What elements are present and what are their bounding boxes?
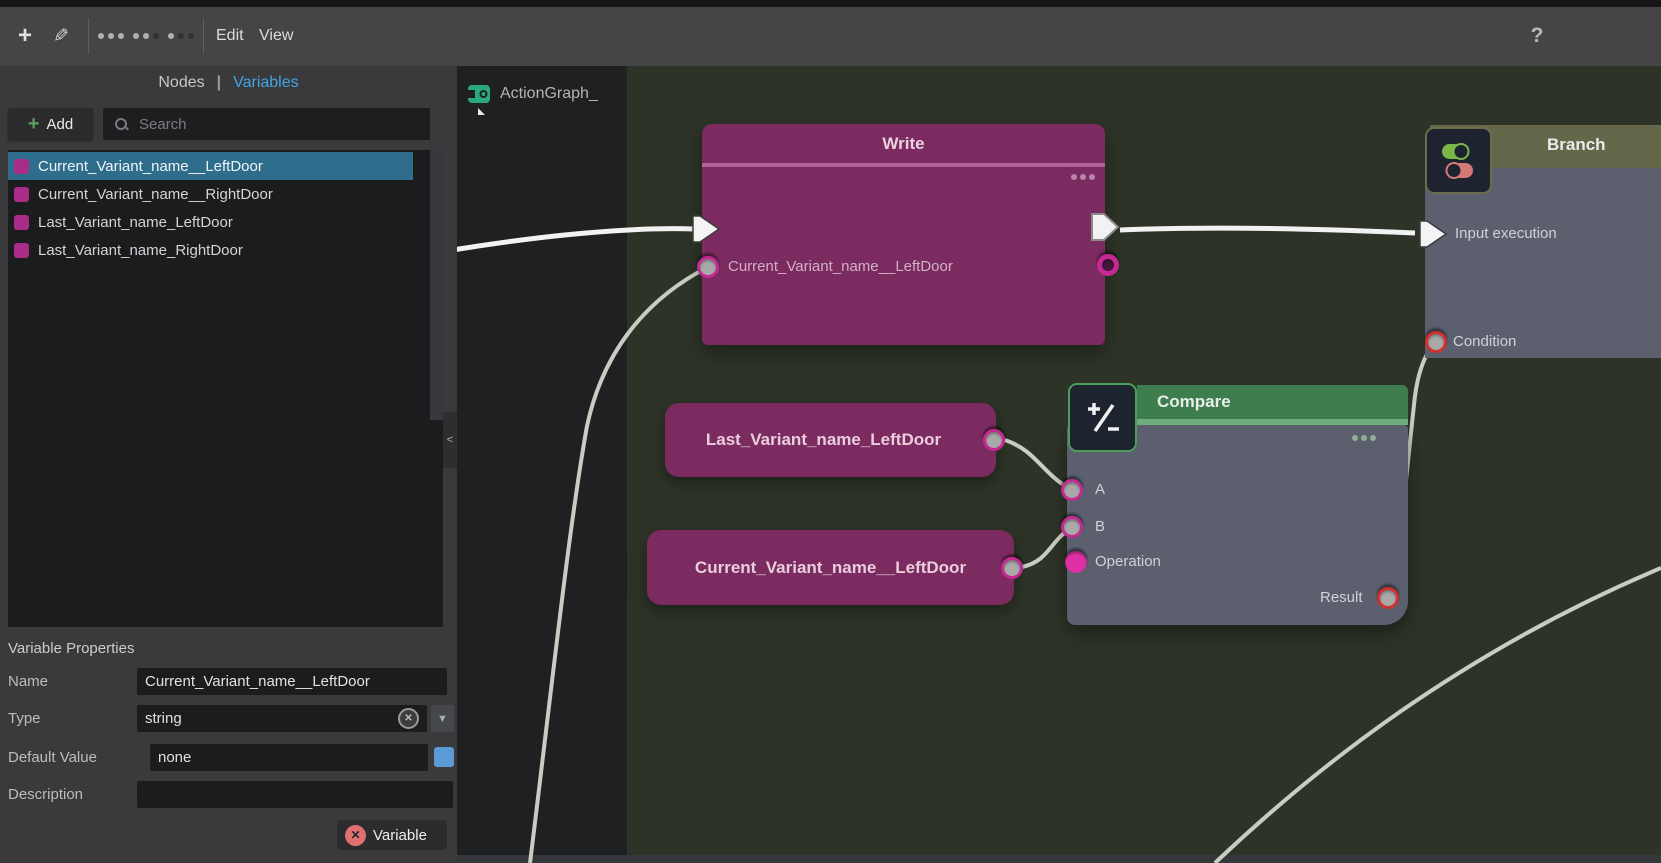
branch-node[interactable]: Branch Input execution Condition	[1425, 125, 1661, 358]
write-node[interactable]: Write Current_Variant_name__LeftDoor	[702, 124, 1105, 345]
default-value-label: Default Value	[8, 749, 97, 766]
name-input[interactable]	[137, 668, 447, 695]
tab-separator: |	[217, 74, 221, 92]
compare-a-label: A	[1095, 479, 1105, 501]
app-window: + ✎ Edit View ? Nodes | Variables + Add …	[0, 0, 1661, 863]
variable-name: Current_Variant_name__LeftDoor	[38, 158, 263, 175]
toolbar: + ✎ Edit View ?	[0, 0, 1661, 66]
variable-type-swatch	[14, 187, 29, 202]
variable-name: Last_Variant_name_RightDoor	[38, 242, 243, 259]
compare-operation-label: Operation	[1095, 551, 1161, 573]
variable-type-swatch	[14, 215, 29, 230]
compare-operation-port[interactable]	[1065, 551, 1087, 573]
variable-type-swatch	[14, 159, 29, 174]
branch-icon	[1425, 127, 1492, 194]
compare-b-label: B	[1095, 516, 1105, 538]
compare-a-port[interactable]	[1061, 479, 1083, 501]
exec-out-port[interactable]	[1089, 211, 1121, 243]
window-top-edge	[0, 0, 1661, 7]
write-node-title: Write	[702, 134, 1105, 154]
menu-view[interactable]: View	[253, 14, 299, 58]
variable-name: Last_Variant_name_LeftDoor	[38, 214, 233, 231]
chevron-down-icon: ▼	[437, 713, 448, 725]
panel-collapse-handle[interactable]: <	[443, 412, 457, 468]
left-panel: Nodes | Variables + Add Current_Variant_…	[0, 66, 457, 863]
type-dropdown-button[interactable]: ▼	[431, 705, 454, 732]
variable-row[interactable]: Last_Variant_name_RightDoor	[8, 236, 443, 264]
compare-icon	[1068, 383, 1137, 452]
search-box	[103, 108, 430, 140]
layout-dots-button-1[interactable]	[96, 14, 126, 58]
description-input[interactable]	[137, 781, 453, 808]
compare-result-label: Result	[1320, 587, 1363, 609]
description-label: Description	[8, 786, 83, 803]
compare-result-port[interactable]	[1377, 587, 1399, 609]
wire-exec-into-write	[457, 229, 695, 252]
branch-condition-port[interactable]	[1425, 331, 1447, 353]
plus-icon: +	[28, 114, 40, 134]
exec-in-port[interactable]	[1417, 218, 1449, 250]
write-input-port[interactable]	[697, 256, 719, 278]
panel-tabs: Nodes | Variables	[0, 74, 457, 92]
tab-nodes[interactable]: Nodes	[158, 74, 204, 92]
branch-node-title: Branch	[1547, 135, 1606, 155]
exec-in-port[interactable]	[690, 213, 722, 245]
edit-pencil-icon[interactable]: ✎	[46, 14, 76, 58]
chevron-left-icon: <	[447, 434, 453, 446]
node-options-dots[interactable]	[1352, 435, 1376, 441]
branch-input-exec-label: Input execution	[1455, 223, 1557, 245]
variable-chip[interactable]: ✕ Variable	[337, 820, 447, 850]
variable-name: Current_Variant_name__RightDoor	[38, 186, 273, 203]
layout-dots-button-3[interactable]	[166, 14, 196, 58]
add-variable-button[interactable]: + Add	[8, 108, 93, 140]
compare-b-port[interactable]	[1061, 516, 1083, 538]
compare-node-title: Compare	[1157, 392, 1231, 412]
close-icon: ✕	[404, 713, 412, 724]
write-input-label: Current_Variant_name__LeftDoor	[728, 256, 953, 278]
search-icon	[115, 118, 127, 130]
wire-pill-last-to-a	[1005, 440, 1072, 490]
name-label: Name	[8, 673, 48, 690]
variable-type-swatch	[14, 243, 29, 258]
variable-pill-current[interactable]: Current_Variant_name__LeftDoor	[647, 530, 1014, 605]
variable-pill-last[interactable]: Last_Variant_name_LeftDoor	[665, 403, 996, 477]
variable-row[interactable]: Current_Variant_name__LeftDoor	[8, 152, 413, 180]
pill-label: Current_Variant_name__LeftDoor	[695, 558, 966, 578]
compare-node[interactable]: Compare A B Operation Result	[1067, 383, 1408, 625]
variable-list: Current_Variant_name__LeftDoor Current_V…	[8, 150, 443, 627]
branch-node-body	[1425, 168, 1661, 358]
branch-condition-label: Condition	[1453, 331, 1516, 353]
list-scrollbar[interactable]	[430, 150, 443, 420]
pill-output-port[interactable]	[1001, 557, 1023, 579]
pill-output-port[interactable]	[983, 429, 1005, 451]
type-input[interactable]	[137, 705, 427, 732]
type-label: Type	[8, 710, 41, 727]
add-node-button[interactable]: +	[10, 14, 40, 58]
pill-label: Last_Variant_name_LeftDoor	[706, 430, 941, 450]
menu-edit[interactable]: Edit	[210, 14, 250, 58]
toolbar-separator	[88, 18, 89, 54]
node-options-dots[interactable]	[1071, 174, 1095, 180]
remove-icon[interactable]: ✕	[345, 825, 366, 846]
type-clear-button[interactable]: ✕	[398, 708, 419, 729]
tab-variables[interactable]: Variables	[233, 74, 299, 92]
default-value-color-button[interactable]	[434, 747, 454, 767]
write-node-divider	[702, 163, 1105, 167]
variable-row[interactable]: Last_Variant_name_LeftDoor	[8, 208, 443, 236]
toolbar-separator	[203, 18, 204, 54]
graph-canvas[interactable]: ActionGraph_ Write Current_Variant_name_…	[457, 66, 1661, 863]
wire-exec-write-to-branch	[1120, 228, 1415, 233]
help-button[interactable]: ?	[1522, 14, 1552, 58]
default-value-input[interactable]	[150, 744, 428, 771]
compare-node-header: Compare	[1137, 385, 1408, 425]
variable-row[interactable]: Current_Variant_name__RightDoor	[8, 180, 443, 208]
write-output-port[interactable]	[1097, 254, 1119, 276]
properties-title: Variable Properties	[8, 640, 134, 657]
layout-dots-button-2[interactable]	[131, 14, 161, 58]
search-input[interactable]	[137, 115, 430, 134]
